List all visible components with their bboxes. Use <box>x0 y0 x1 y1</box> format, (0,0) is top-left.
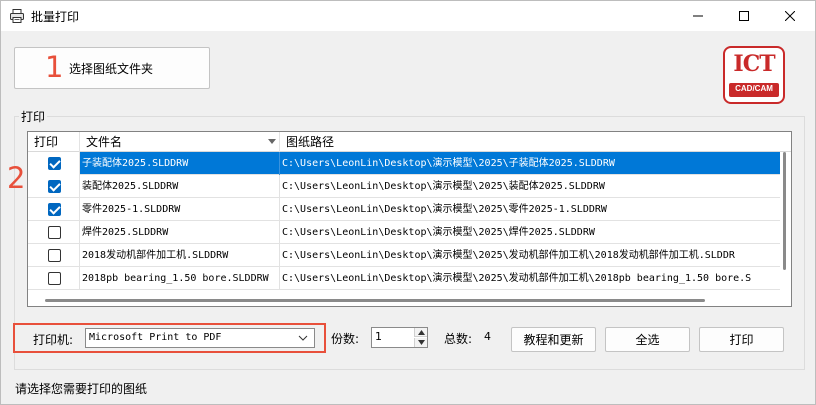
arrow-down-icon <box>417 340 425 345</box>
copies-label: 份数: <box>331 332 360 346</box>
select-folder-label: 选择图纸文件夹 <box>69 61 154 76</box>
path-cell: C:\Users\LeonLin\Desktop\演示模型\2025\焊件202… <box>282 227 595 238</box>
total-label: 总数: <box>444 332 473 346</box>
printer-icon <box>9 8 25 24</box>
filename-cell: 2018发动机部件加工机.SLDDRW <box>80 244 280 267</box>
print-checkbox-cell <box>28 152 80 175</box>
copies-increment-button[interactable] <box>414 328 427 337</box>
step-2-marker: 2 <box>7 161 26 195</box>
path-cell: C:\Users\LeonLin\Desktop\演示模型\2025\装配体20… <box>282 181 605 192</box>
column-header-path[interactable]: 图纸路径 <box>280 132 780 152</box>
vertical-scrollbar[interactable] <box>780 152 791 296</box>
table-row[interactable]: 零件2025-1.SLDDRW C:\Users\LeonLin\Desktop… <box>28 198 780 221</box>
table-row[interactable]: 装配体2025.SLDDRW C:\Users\LeonLin\Desktop\… <box>28 175 780 198</box>
horizontal-scrollbar[interactable] <box>28 296 791 306</box>
logo-main-text: ICT <box>733 51 775 77</box>
minimize-icon <box>693 15 703 17</box>
filename-cell: 子装配体2025.SLDDRW <box>80 152 280 175</box>
maximize-icon <box>739 11 749 21</box>
close-button[interactable] <box>767 1 813 31</box>
filename-cell: 装配体2025.SLDDRW <box>80 175 280 198</box>
logo-sub-text: CAD/CAM <box>735 84 773 93</box>
select-all-label: 全选 <box>635 333 660 347</box>
print-checkbox[interactable] <box>48 249 61 262</box>
print-button[interactable]: 打印 <box>699 327 784 352</box>
minimize-button[interactable] <box>675 1 721 31</box>
print-checkbox-cell <box>28 175 80 198</box>
print-checkbox[interactable] <box>48 180 61 193</box>
printer-label: 打印机: <box>33 333 74 347</box>
drawing-file-grid[interactable]: 打印 文件名 图纸路径 子装配体2025.SLDDRW C:\Users\Leo… <box>27 131 792 307</box>
table-row[interactable]: 2018发动机部件加工机.SLDDRW C:\Users\LeonLin\Des… <box>28 244 780 267</box>
status-text: 请选择您需要打印的图纸 <box>15 382 148 396</box>
print-group-label: 打印 <box>19 108 48 125</box>
horizontal-scroll-thumb[interactable] <box>45 299 705 302</box>
column-header-print[interactable]: 打印 <box>28 132 80 152</box>
vertical-scroll-thumb[interactable] <box>783 152 786 270</box>
printer-highlight-box: 打印机: Microsoft Print to PDF <box>13 323 326 353</box>
filename-cell: 焊件2025.SLDDRW <box>80 221 280 244</box>
print-checkbox-cell <box>28 244 80 267</box>
copies-value: 1 <box>375 330 382 343</box>
batch-print-window: 批量打印 选择图纸文件夹 1 ICT CAD/CAM 打印 2 打印 文件名 图… <box>0 0 816 405</box>
table-row[interactable]: 2018pb bearing_1.50 bore.SLDDRW C:\Users… <box>28 267 780 290</box>
path-cell: C:\Users\LeonLin\Desktop\演示模型\2025\发动机部件… <box>282 273 752 284</box>
filename-cell: 2018pb bearing_1.50 bore.SLDDRW <box>80 267 280 290</box>
print-checkbox-cell <box>28 221 80 244</box>
print-checkbox[interactable] <box>48 157 61 170</box>
copies-decrement-button[interactable] <box>414 338 427 347</box>
ict-logo: ICT CAD/CAM <box>723 46 785 104</box>
print-checkbox-cell <box>28 267 80 290</box>
sort-descending-icon <box>268 139 276 144</box>
print-checkbox[interactable] <box>48 226 61 239</box>
path-cell: C:\Users\LeonLin\Desktop\演示模型\2025\零件202… <box>282 204 607 215</box>
tutorial-update-label: 教程和更新 <box>523 333 584 347</box>
select-folder-button[interactable]: 选择图纸文件夹 <box>14 47 210 89</box>
step-1-marker: 1 <box>45 50 64 84</box>
column-header-filename[interactable]: 文件名 <box>80 132 280 152</box>
printer-select[interactable]: Microsoft Print to PDF <box>85 328 315 348</box>
copies-stepper[interactable]: 1 <box>371 327 428 348</box>
window-title: 批量打印 <box>31 10 80 24</box>
print-checkbox[interactable] <box>48 203 61 216</box>
title-bar: 批量打印 <box>1 1 815 31</box>
printer-select-value: Microsoft Print to PDF <box>89 332 222 343</box>
path-cell: C:\Users\LeonLin\Desktop\演示模型\2025\子装配体2… <box>282 158 615 169</box>
arrow-up-icon <box>417 329 425 335</box>
total-value: 4 <box>484 330 491 343</box>
maximize-button[interactable] <box>721 1 767 31</box>
grid-header: 打印 文件名 图纸路径 <box>28 132 791 152</box>
table-row[interactable]: 焊件2025.SLDDRW C:\Users\LeonLin\Desktop\演… <box>28 221 780 244</box>
table-row[interactable]: 子装配体2025.SLDDRW C:\Users\LeonLin\Desktop… <box>28 152 780 175</box>
print-label: 打印 <box>729 333 754 347</box>
filename-cell: 零件2025-1.SLDDRW <box>80 198 280 221</box>
close-icon <box>785 11 795 21</box>
tutorial-update-button[interactable]: 教程和更新 <box>511 327 596 352</box>
chevron-down-icon <box>298 332 308 350</box>
select-all-button[interactable]: 全选 <box>605 327 690 352</box>
path-cell: C:\Users\LeonLin\Desktop\演示模型\2025\发动机部件… <box>282 250 735 261</box>
print-checkbox-cell <box>28 198 80 221</box>
print-checkbox[interactable] <box>48 272 61 285</box>
